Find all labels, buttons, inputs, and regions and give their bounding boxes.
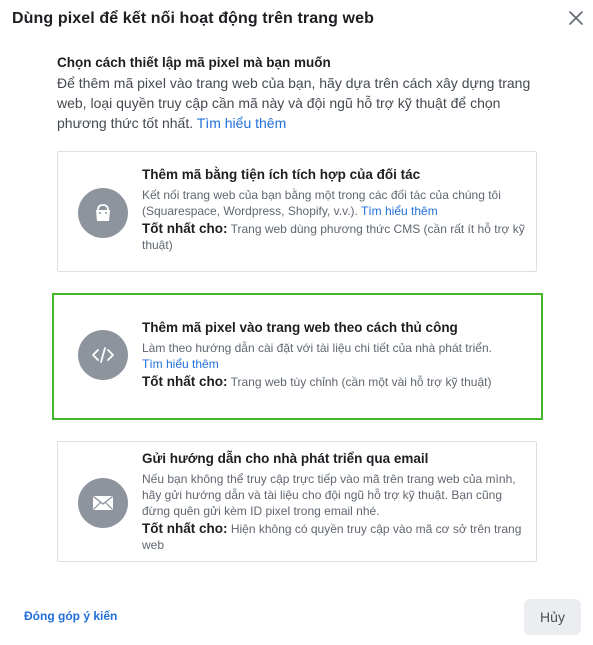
best-for-text: Trang web tùy chỉnh (cần một vài hỗ trợ …: [230, 375, 492, 389]
option-learn-more-link[interactable]: Tìm hiểu thêm: [142, 357, 219, 371]
intro-heading: Chọn cách thiết lập mã pixel mà bạn muốn: [57, 55, 331, 70]
code-icon: [78, 330, 128, 380]
option-description: Kết nối trang web của bạn bằng một trong…: [142, 187, 527, 219]
option-title: Gửi hướng dẫn cho nhà phát triển qua ema…: [142, 451, 429, 466]
option-description: Làm theo hướng dẫn cài đặt với tài liệu …: [142, 340, 527, 372]
option-best-for: Tốt nhất cho: Trang web dùng phương thức…: [142, 221, 527, 253]
best-for-label: Tốt nhất cho:: [142, 521, 228, 536]
envelope-icon: [78, 478, 128, 528]
close-icon[interactable]: [566, 8, 586, 28]
cancel-button[interactable]: Hủy: [524, 599, 581, 635]
option-manual-install[interactable]: Thêm mã pixel vào trang web theo cách th…: [52, 293, 543, 420]
shopping-bag-icon: [78, 188, 128, 238]
best-for-label: Tốt nhất cho:: [142, 221, 228, 236]
option-learn-more-link[interactable]: Tìm hiểu thêm: [361, 204, 438, 218]
intro-learn-more-link[interactable]: Tìm hiểu thêm: [197, 115, 286, 131]
intro-body: Để thêm mã pixel vào trang web của bạn, …: [57, 75, 531, 131]
option-body: Gửi hướng dẫn cho nhà phát triển qua ema…: [142, 450, 527, 553]
intro-text: Để thêm mã pixel vào trang web của bạn, …: [57, 73, 537, 133]
option-best-for: Tốt nhất cho: Hiện không có quyền truy c…: [142, 521, 527, 553]
best-for-label: Tốt nhất cho:: [142, 374, 228, 389]
option-description-text: Làm theo hướng dẫn cài đặt với tài liệu …: [142, 341, 492, 355]
feedback-link[interactable]: Đóng góp ý kiến: [24, 609, 117, 623]
option-title: Thêm mã pixel vào trang web theo cách th…: [142, 320, 458, 335]
pixel-setup-dialog: Dùng pixel để kết nối hoạt động trên tra…: [0, 0, 593, 645]
dialog-title: Dùng pixel để kết nối hoạt động trên tra…: [12, 10, 374, 27]
option-body: Thêm mã pixel vào trang web theo cách th…: [142, 319, 527, 390]
option-title: Thêm mã bằng tiện ích tích hợp của đối t…: [142, 167, 421, 182]
option-best-for: Tốt nhất cho: Trang web tùy chỉnh (cần m…: [142, 374, 527, 390]
intro-section: Chọn cách thiết lập mã pixel mà bạn muốn…: [57, 55, 537, 133]
option-description-text: Kết nối trang web của bạn bằng một trong…: [142, 188, 501, 218]
option-email-developer[interactable]: Gửi hướng dẫn cho nhà phát triển qua ema…: [57, 441, 537, 562]
option-partner-integration[interactable]: Thêm mã bằng tiện ích tích hợp của đối t…: [57, 151, 537, 272]
option-body: Thêm mã bằng tiện ích tích hợp của đối t…: [142, 166, 527, 253]
option-description: Nếu bạn không thể truy cập trực tiếp vào…: [142, 472, 516, 518]
